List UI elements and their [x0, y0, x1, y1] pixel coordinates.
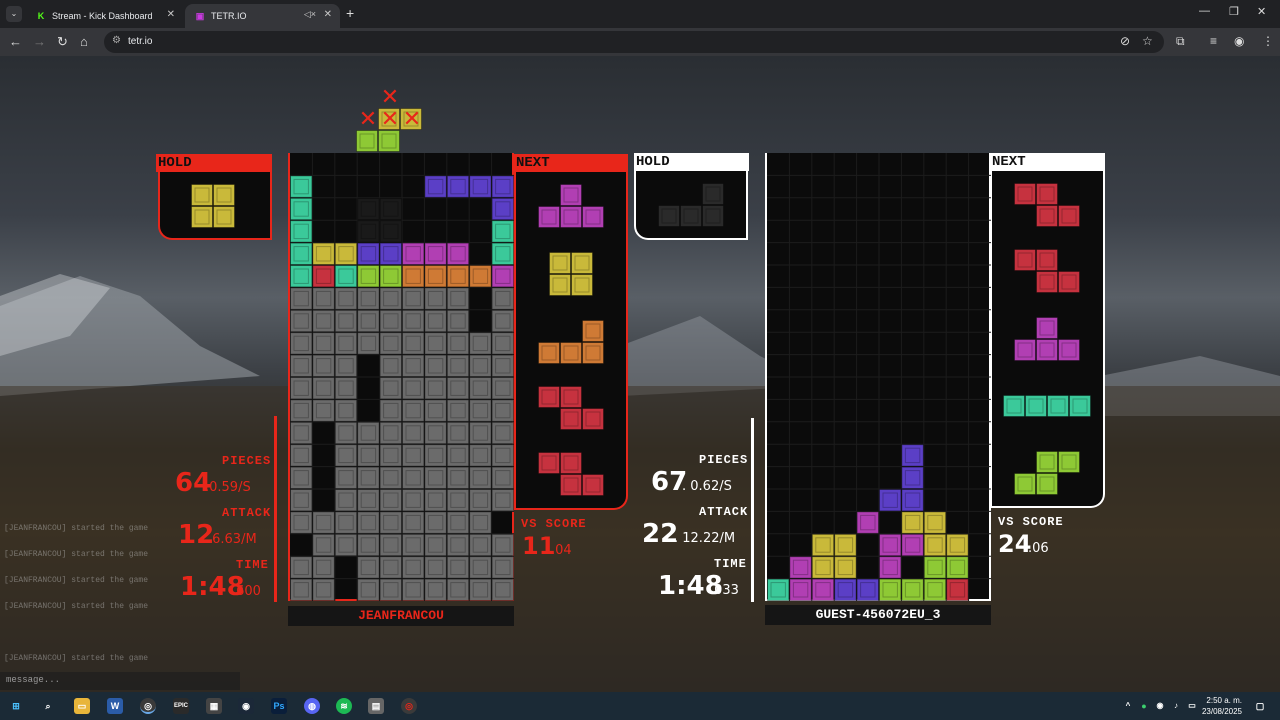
danger-x-icon: ✕ — [403, 107, 421, 132]
clock-date: 23/08/2025 — [1201, 707, 1242, 716]
attack-value: 22 — [642, 519, 679, 549]
next-label: NEXT — [514, 154, 628, 172]
chrome-profile-icon[interactable]: ◎ — [401, 698, 417, 714]
hold-label: HOLD — [156, 154, 272, 172]
vs-score-decimal: .06 — [1028, 541, 1049, 556]
star-icon[interactable]: ☆ — [1142, 34, 1153, 48]
chat-line: [JEANFRANCOU] started the game — [4, 576, 149, 585]
vs-score-value: 24 — [998, 530, 1032, 558]
vs-score-label: VS SCORE — [521, 517, 587, 531]
mute-icon[interactable]: ◁× — [304, 9, 316, 20]
player1-hold-piece — [191, 184, 235, 228]
close-window-icon[interactable]: ✕ — [1257, 5, 1266, 18]
windows-start-icon[interactable]: ⊞ — [8, 698, 24, 714]
chat-line: [JEANFRANCOU] started the game — [4, 550, 149, 559]
next-label: NEXT — [990, 153, 1105, 171]
tab-menu-icon[interactable]: ⌄ — [6, 6, 22, 22]
attack-rate: .6.63/M — [208, 532, 257, 547]
chrome-icon[interactable]: ◎ — [140, 698, 156, 714]
extensions-icon[interactable]: ⧉ — [1176, 34, 1185, 49]
clock-time: 2:50 a. m. — [1206, 696, 1242, 705]
network-icon[interactable]: ▭ — [1184, 698, 1200, 714]
avatar[interactable]: ◉ — [1234, 34, 1244, 48]
danger-x-icon: ✕ — [359, 107, 377, 132]
url-field[interactable]: ⚙ tetr.io — [104, 31, 1164, 53]
address-bar: ← → ↻ ⌂ ⚙ tetr.io ⊘ ☆ ⧉ ≡ ◉ ⋮ — [0, 28, 1280, 56]
game-stage: HOLD NEXT ✕ ✕ ✕ ✕ PIECES 64 .0.59/S ATTACK … — [0, 56, 1280, 692]
word-icon[interactable]: W — [107, 698, 123, 714]
clock[interactable]: 2:50 a. m. 23/08/2025 — [1202, 695, 1242, 717]
chat-input[interactable]: message... — [0, 672, 240, 690]
steam-icon[interactable]: ◉ — [238, 698, 254, 714]
tray-app-icon[interactable]: ◉ — [1152, 698, 1168, 714]
time-label: TIME — [236, 558, 269, 572]
chat-line: [JEANFRANCOU] started the game — [4, 654, 149, 663]
forward-icon[interactable]: → — [33, 34, 46, 49]
tab-kick[interactable]: K Stream - Kick Dashboard ✕ — [26, 4, 183, 28]
vs-score-decimal: .04 — [551, 543, 572, 558]
pieces-label: PIECES — [699, 453, 749, 467]
search-icon[interactable]: ⌕ — [40, 698, 56, 714]
chat-line: [JEANFRANCOU] started the game — [4, 524, 149, 533]
close-icon[interactable]: ✕ — [324, 9, 332, 20]
attack-label: ATTACK — [222, 506, 272, 520]
tab-title: Stream - Kick Dashboard — [52, 11, 153, 21]
spotify-icon[interactable]: ≋ — [336, 698, 352, 714]
tray-status-icon[interactable]: ● — [1136, 698, 1152, 714]
player2-name: GUEST-456072EU_3 — [765, 605, 991, 625]
back-icon[interactable]: ← — [9, 34, 22, 49]
spawn-warning: ✕✕ ✕ ✕ — [356, 86, 422, 152]
explorer-icon[interactable]: ▭ — [74, 698, 90, 714]
player1-next-queue — [538, 184, 604, 496]
danger-x-icon: ✕ — [381, 107, 399, 132]
vs-score-label: VS SCORE — [998, 515, 1064, 529]
mute-site-icon[interactable]: ⊘ — [1120, 34, 1130, 48]
attack-label: ATTACK — [699, 505, 749, 519]
player2-next-queue — [1003, 183, 1091, 495]
player2-board — [765, 153, 991, 601]
time-ms: .600 — [232, 584, 261, 599]
plus-icon[interactable]: + — [346, 5, 354, 21]
player2-garbage-meter — [748, 418, 754, 602]
hold-label: HOLD — [634, 153, 749, 171]
tray-chevron-icon[interactable]: ^ — [1120, 698, 1136, 714]
kick-icon: K — [37, 11, 45, 21]
menu-icon[interactable]: ⋮ — [1262, 34, 1274, 48]
player1-name: JEANFRANCOU — [288, 606, 514, 626]
pieces-rate: . 0.62/S — [682, 479, 732, 494]
minimize-icon[interactable]: — — [1199, 5, 1210, 17]
site-info-icon[interactable]: ⚙ — [112, 35, 121, 46]
close-icon[interactable]: ✕ — [167, 9, 175, 20]
epic-icon[interactable]: EPIC — [173, 698, 189, 714]
discord-icon[interactable]: ◍ — [304, 698, 320, 714]
player1-board — [288, 153, 514, 601]
player1-garbage-meter — [271, 416, 277, 602]
photoshop-icon[interactable]: Ps — [271, 698, 287, 714]
time-label: TIME — [714, 557, 747, 571]
minecraft-icon[interactable]: ▦ — [206, 698, 222, 714]
pieces-label: PIECES — [222, 454, 272, 468]
pieces-rate: .0.59/S — [205, 480, 251, 495]
tab-title: TETR.IO — [211, 11, 247, 21]
tetrio-icon: ▣ — [195, 10, 205, 21]
url-text: tetr.io — [128, 36, 153, 47]
windows-taskbar: ⊞ ⌕ ▭ W ◎ EPIC ▦ ◉ Ps ◍ ≋ ▤ ◎ ^ ● ◉ ♪ ▭ … — [0, 692, 1280, 720]
app-icon[interactable]: ▤ — [368, 698, 384, 714]
volume-icon[interactable]: ♪ — [1168, 698, 1184, 714]
player2-hold-piece — [658, 183, 724, 227]
chat-line: [JEANFRANCOU] started the game — [4, 602, 149, 611]
reload-icon[interactable]: ↻ — [57, 34, 68, 50]
home-icon[interactable]: ⌂ — [80, 34, 88, 49]
tab-tetrio[interactable]: ▣ TETR.IO ◁× ✕ — [185, 4, 340, 28]
restore-icon[interactable]: ❐ — [1229, 5, 1239, 18]
tab-bar: ⌄ K Stream - Kick Dashboard ✕ ▣ TETR.IO … — [0, 0, 1280, 28]
reading-list-icon[interactable]: ≡ — [1210, 34, 1217, 48]
notifications-icon[interactable]: ▢ — [1252, 698, 1268, 714]
time-ms: .033 — [710, 583, 739, 598]
attack-rate: . 12.22/M — [674, 531, 736, 546]
